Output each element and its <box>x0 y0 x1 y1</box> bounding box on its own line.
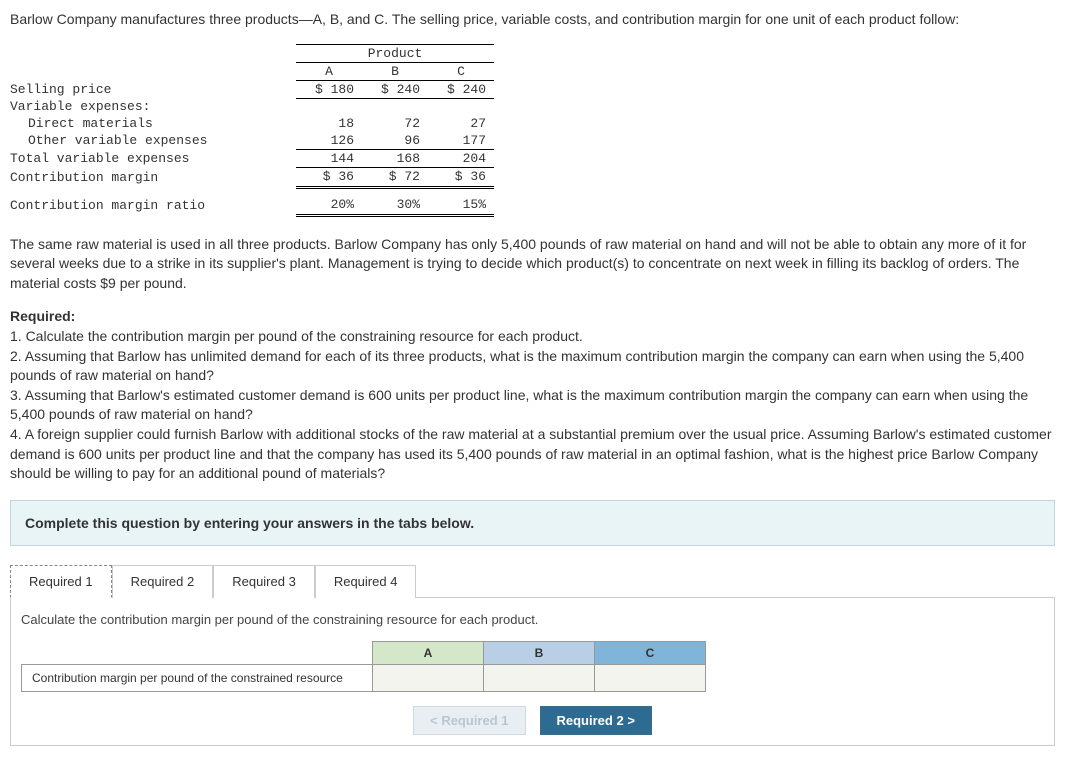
calc-col-c: C <box>595 641 706 664</box>
prev-button: < Required 1 <box>413 706 525 735</box>
other-var-c: 177 <box>428 132 494 150</box>
row-contrib-margin-label: Contribution margin <box>10 168 296 188</box>
total-var-c: 204 <box>428 150 494 168</box>
selling-price-a: $ 180 <box>296 80 362 98</box>
required-item-1: 1. Calculate the contribution margin per… <box>10 328 583 344</box>
tab-required-2[interactable]: Required 2 <box>112 565 214 598</box>
required-block: Required: 1. Calculate the contribution … <box>10 307 1055 483</box>
required-item-4: 4. A foreign supplier could furnish Barl… <box>10 426 1052 481</box>
other-var-a: 126 <box>296 132 362 150</box>
tab-instruction: Calculate the contribution margin per po… <box>21 612 1044 627</box>
problem-intro: Barlow Company manufactures three produc… <box>10 10 1055 30</box>
nav-buttons: < Required 1 Required 2 > <box>21 706 1044 735</box>
direct-materials-a: 18 <box>296 115 362 132</box>
prev-button-label: Required 1 <box>441 713 508 728</box>
narrative-text: The same raw material is used in all thr… <box>10 235 1055 294</box>
contrib-margin-c: $ 36 <box>428 168 494 188</box>
chevron-right-icon: > <box>627 713 635 728</box>
required-item-2: 2. Assuming that Barlow has unlimited de… <box>10 348 1024 384</box>
calc-input-a[interactable] <box>373 664 484 691</box>
contrib-ratio-b: 30% <box>362 196 428 216</box>
selling-price-b: $ 240 <box>362 80 428 98</box>
calc-input-b[interactable] <box>484 664 595 691</box>
row-other-var-label: Other variable expenses <box>10 132 296 150</box>
calc-col-a: A <box>373 641 484 664</box>
total-var-a: 144 <box>296 150 362 168</box>
row-selling-price-label: Selling price <box>10 80 296 98</box>
tab-required-3[interactable]: Required 3 <box>213 565 315 598</box>
col-a-header: A <box>296 62 362 80</box>
direct-materials-c: 27 <box>428 115 494 132</box>
tab-required-1[interactable]: Required 1 <box>10 565 112 598</box>
next-button[interactable]: Required 2 > <box>540 706 652 735</box>
col-b-header: B <box>362 62 428 80</box>
other-var-b: 96 <box>362 132 428 150</box>
chevron-left-icon: < <box>430 713 438 728</box>
direct-materials-b: 72 <box>362 115 428 132</box>
row-variable-expenses-header: Variable expenses: <box>10 98 296 115</box>
answer-prompt-text: Complete this question by entering your … <box>25 515 474 531</box>
calc-row-label: Contribution margin per pound of the con… <box>22 664 373 691</box>
contrib-ratio-a: 20% <box>296 196 362 216</box>
required-heading: Required: <box>10 308 75 324</box>
required-item-3: 3. Assuming that Barlow's estimated cust… <box>10 387 1028 423</box>
tab-required-4[interactable]: Required 4 <box>315 565 417 598</box>
calc-col-b: B <box>484 641 595 664</box>
calc-table: A B C Contribution margin per pound of t… <box>21 641 706 692</box>
row-total-var-label: Total variable expenses <box>10 150 296 168</box>
total-var-b: 168 <box>362 150 428 168</box>
product-header: Product <box>296 44 494 62</box>
row-direct-materials-label: Direct materials <box>10 115 296 132</box>
tabs-bar: Required 1 Required 2 Required 3 Require… <box>10 564 1055 598</box>
contrib-margin-b: $ 72 <box>362 168 428 188</box>
calc-input-c[interactable] <box>595 664 706 691</box>
contrib-margin-a: $ 36 <box>296 168 362 188</box>
next-button-label: Required 2 <box>557 713 624 728</box>
selling-price-c: $ 240 <box>428 80 494 98</box>
tab-content: Calculate the contribution margin per po… <box>10 598 1055 746</box>
col-c-header: C <box>428 62 494 80</box>
answer-prompt-box: Complete this question by entering your … <box>10 500 1055 546</box>
product-table: Product A B C Selling price $ 180 $ 240 … <box>10 44 1055 217</box>
row-contrib-ratio-label: Contribution margin ratio <box>10 196 296 216</box>
contrib-ratio-c: 15% <box>428 196 494 216</box>
